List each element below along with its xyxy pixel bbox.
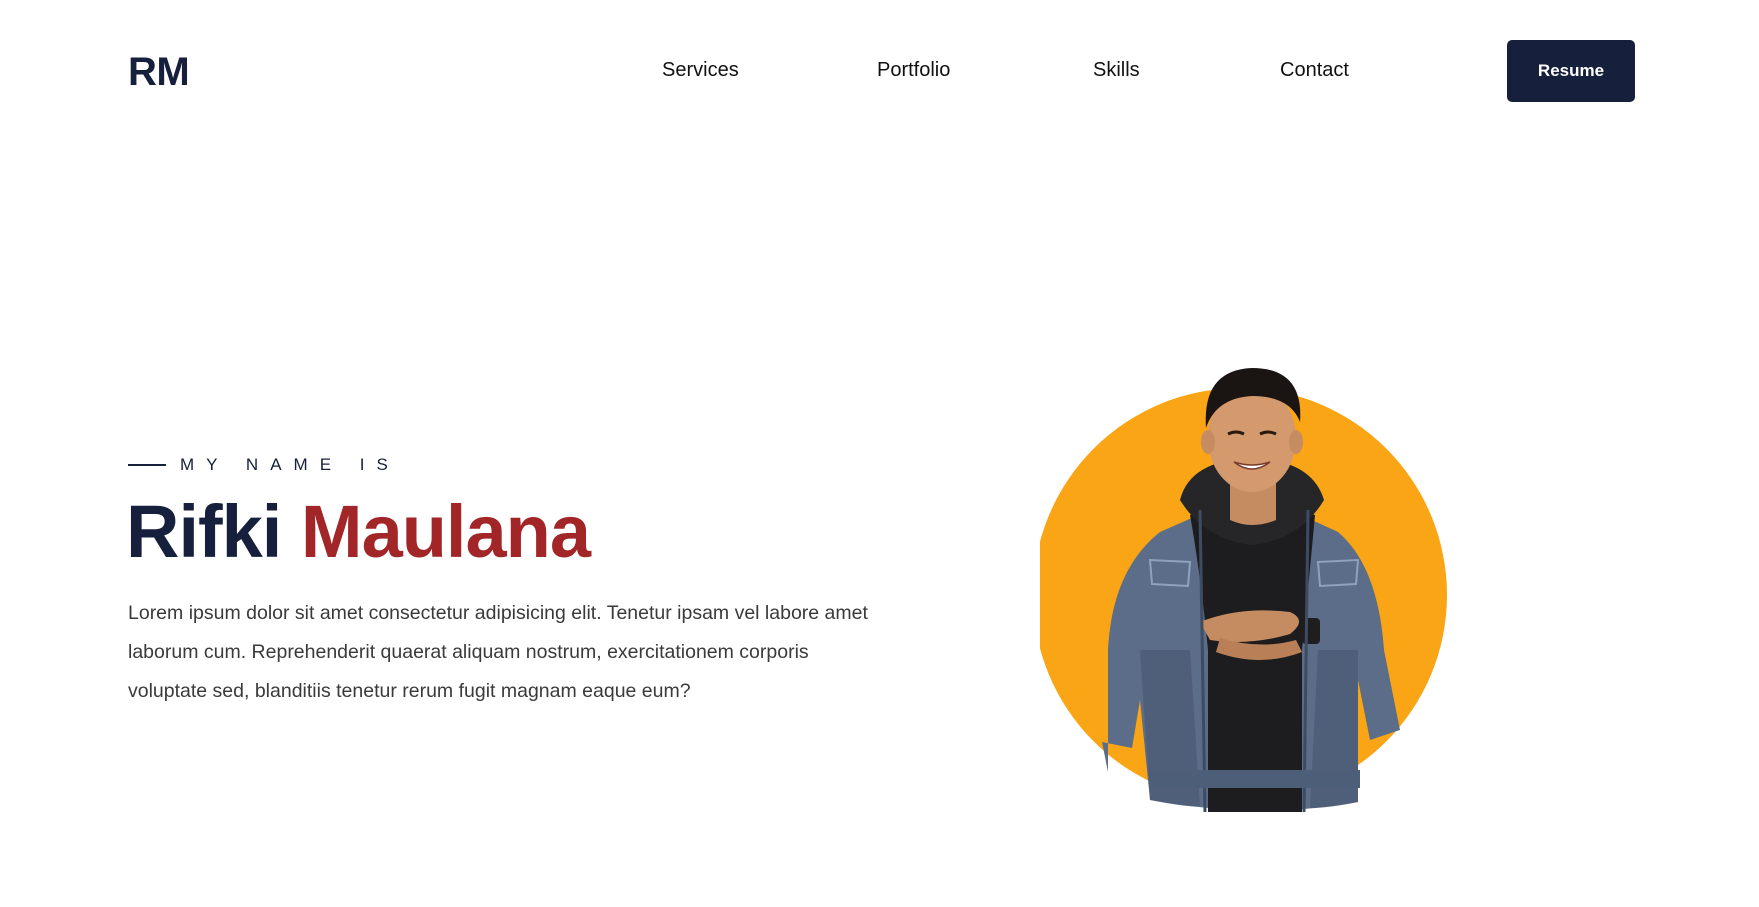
nav-link-portfolio[interactable]: Portfolio [877, 58, 950, 82]
nav-link-contact[interactable]: Contact [1280, 58, 1349, 82]
nav-link-services[interactable]: Services [662, 58, 739, 82]
last-name: Maulana [300, 490, 591, 573]
intro-eyebrow: MY NAME IS [128, 454, 400, 476]
hero-bio: Lorem ipsum dolor sit amet consectetur a… [128, 602, 868, 702]
profile-photo [1033, 350, 1470, 820]
resume-button[interactable]: Resume [1507, 40, 1635, 102]
portfolio-page: RM Services Portfolio Skills Contact Res… [0, 0, 1759, 907]
site-logo[interactable]: RM [128, 48, 190, 96]
intro-text: MY NAME IS [180, 455, 400, 474]
hero-name: Rifki Maulana [126, 490, 591, 574]
intro-divider [128, 464, 166, 466]
nav-link-skills[interactable]: Skills [1093, 58, 1140, 82]
first-name: Rifki [126, 490, 282, 573]
